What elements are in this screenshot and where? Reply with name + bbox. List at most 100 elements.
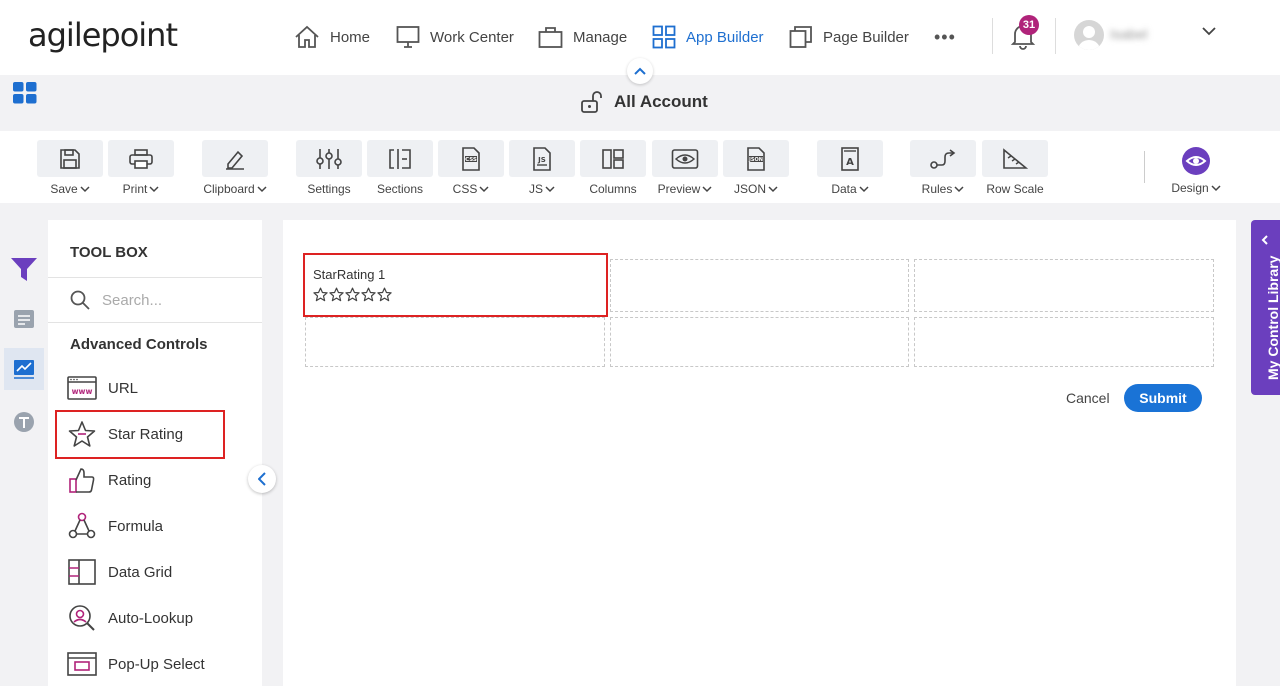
print-icon — [128, 148, 154, 170]
chevron-left-icon — [1259, 234, 1271, 246]
my-control-library-tab[interactable]: My Control Library — [1251, 220, 1280, 395]
star-outline-icon[interactable] — [361, 287, 376, 302]
chevron-down-icon — [80, 185, 90, 192]
toolbox-title: TOOL BOX — [70, 244, 148, 261]
apps-grid-icon[interactable] — [13, 82, 37, 104]
svg-text:A: A — [846, 157, 854, 168]
toolbar-json[interactable]: JSON JSON — [723, 140, 789, 196]
rail-forms-button[interactable] — [4, 298, 44, 340]
toolbar-row-scale-label: Row Scale — [986, 182, 1044, 196]
toolbar-rules[interactable]: Rules — [910, 140, 976, 196]
columns-icon — [601, 148, 625, 170]
chevron-left-icon — [258, 472, 266, 486]
toolbar-row-scale[interactable]: Row Scale — [982, 140, 1048, 196]
chevron-down-icon — [479, 185, 489, 192]
my-control-library-label: My Control Library — [1265, 255, 1280, 380]
cancel-button[interactable]: Cancel — [1066, 390, 1110, 406]
pages-icon — [789, 25, 813, 49]
form-toolbar: Save Print Clipboard Settings Sections C… — [0, 131, 1280, 203]
account-label: All Account — [614, 92, 708, 111]
toolbox-item-label: Data Grid — [108, 563, 173, 581]
star-rating-control[interactable]: StarRating 1 — [303, 253, 608, 317]
nav-work-center[interactable]: Work Center — [396, 22, 514, 52]
toolbox-item-label: Formula — [108, 517, 164, 535]
rail-analytics-button[interactable] — [4, 348, 44, 390]
toolbar-sections-label: Sections — [376, 182, 424, 196]
collapse-header-button[interactable] — [627, 58, 653, 84]
chevron-down-icon — [702, 185, 712, 192]
nav-home[interactable]: Home — [294, 22, 370, 52]
nav-page-builder-label: Page Builder — [823, 28, 909, 46]
chevron-down-icon — [859, 185, 869, 192]
form-cell[interactable] — [914, 317, 1214, 367]
toolbox-item-url[interactable]: www URL — [66, 368, 138, 408]
toolbar-columns[interactable]: Columns — [580, 140, 646, 196]
avatar[interactable] — [1074, 20, 1104, 50]
toolbar-design[interactable]: Design — [1164, 145, 1228, 195]
agilepoint-logo[interactable]: agilepoint — [28, 16, 178, 54]
rail-filter-button[interactable] — [4, 248, 44, 290]
form-cell[interactable] — [610, 259, 909, 312]
notification-badge: 31 — [1019, 15, 1039, 35]
star-rating-stars[interactable] — [313, 287, 392, 302]
www-icon: www — [66, 372, 98, 404]
toolbox-search[interactable]: Search... — [70, 290, 162, 310]
star-rating-label: StarRating 1 — [313, 267, 386, 282]
left-rail — [0, 220, 46, 686]
nav-app-builder[interactable]: App Builder — [652, 22, 764, 52]
chevron-down-icon — [1211, 184, 1221, 191]
toolbox-divider — [48, 277, 262, 278]
home-icon — [294, 25, 320, 49]
nav-page-builder[interactable]: Page Builder — [789, 22, 909, 52]
toolbar-js[interactable]: JS JS — [509, 140, 575, 196]
account-selector[interactable]: All Account — [580, 90, 708, 114]
search-icon — [70, 290, 90, 310]
chevron-down-icon — [149, 185, 159, 192]
toolbar-columns-label: Columns — [589, 182, 637, 196]
star-outline-icon[interactable] — [377, 287, 392, 302]
toolbar-settings[interactable]: Settings — [296, 140, 362, 196]
star-outline-icon[interactable] — [329, 287, 344, 302]
toolbar-save-label: Save — [50, 182, 78, 196]
toolbar-print-label: Print — [122, 182, 148, 196]
toolbox-item-auto-lookup[interactable]: Auto-Lookup — [66, 598, 193, 638]
star-outline-icon[interactable] — [313, 287, 328, 302]
search-input[interactable]: Search... — [102, 292, 162, 309]
nav-home-label: Home — [330, 28, 371, 46]
toolbar-print[interactable]: Print — [108, 140, 174, 196]
js-file-icon: JS — [532, 146, 552, 171]
form-cell[interactable] — [305, 317, 605, 367]
toolbar-preview-label: Preview — [657, 182, 701, 196]
toolbox-item-rating[interactable]: Rating — [66, 460, 151, 500]
chevron-down-icon — [768, 185, 778, 192]
toolbox-item-formula[interactable]: Formula — [66, 506, 163, 546]
form-cell[interactable] — [914, 259, 1214, 312]
submit-button[interactable]: Submit — [1124, 384, 1202, 412]
user-name[interactable]: Isabel — [1110, 26, 1147, 42]
toolbar-css[interactable]: CSS CSS — [438, 140, 504, 196]
toolbox-item-label: Pop-Up Select — [108, 655, 205, 673]
nav-more-button[interactable]: ••• — [934, 22, 956, 52]
star-outline-icon[interactable] — [345, 287, 360, 302]
rail-theme-button[interactable] — [4, 401, 44, 443]
form-cell[interactable] — [610, 317, 909, 367]
nav-manage[interactable]: Manage — [538, 22, 627, 52]
auto-lookup-icon — [66, 602, 98, 634]
data-icon: A — [840, 146, 860, 171]
toolbar-data[interactable]: A Data — [817, 140, 883, 196]
toolbar-sections[interactable]: Sections — [367, 140, 433, 196]
monitor-icon — [396, 25, 420, 49]
toolbar-save[interactable]: Save — [37, 140, 103, 196]
briefcase-icon — [538, 25, 563, 49]
chevron-up-icon — [634, 67, 646, 75]
toolbox-item-label: Auto-Lookup — [108, 609, 194, 627]
chevron-down-icon[interactable] — [1202, 26, 1216, 36]
toolbar-preview[interactable]: Preview — [652, 140, 718, 196]
collapse-toolbox-button[interactable] — [248, 465, 276, 493]
svg-text:www: www — [72, 387, 93, 396]
toolbox-item-data-grid[interactable]: Data Grid — [66, 552, 172, 592]
toolbox-item-popup-select[interactable]: Pop-Up Select — [66, 644, 205, 684]
toolbar-data-label: Data — [831, 182, 857, 196]
toolbar-clipboard[interactable]: Clipboard — [202, 140, 268, 196]
rules-icon — [929, 148, 957, 170]
